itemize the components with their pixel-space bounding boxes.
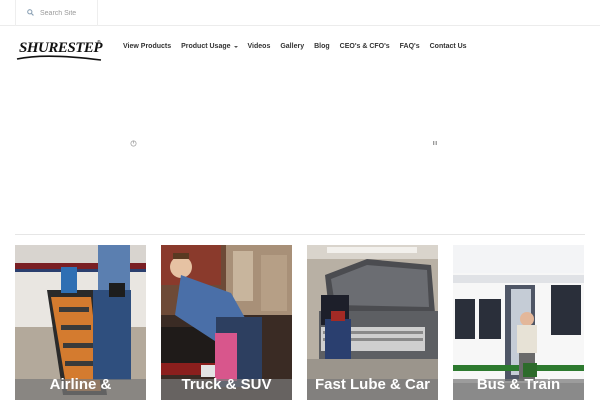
nav-contact-us[interactable]: Contact Us — [430, 43, 467, 50]
tile-title: Bus & Train — [476, 376, 561, 393]
site-logo[interactable]: SHURESTEP ® — [15, 32, 105, 64]
hero-slider — [15, 70, 585, 235]
search-box[interactable] — [15, 0, 98, 26]
nav-product-usage[interactable]: Product Usage — [181, 43, 238, 50]
tile-title: Airline & — [49, 376, 112, 393]
nav-label: Contact Us — [429, 43, 467, 50]
nav-label: View Products — [123, 43, 172, 50]
search-input[interactable] — [40, 4, 96, 22]
chevron-down-icon — [233, 46, 238, 48]
nav-label: Gallery — [280, 43, 305, 50]
site-header: SHURESTEP ® View Products Product Usage … — [0, 26, 600, 70]
registered-mark: ® — [97, 39, 101, 46]
nav-view-products[interactable]: View Products — [123, 43, 171, 50]
tile-airline[interactable]: Airline & — [15, 245, 146, 400]
nav-label: Videos — [247, 43, 271, 50]
nav-gallery[interactable]: Gallery — [280, 43, 304, 50]
nav-faqs[interactable]: FAQ's — [400, 43, 420, 50]
nav-label: Blog — [314, 43, 330, 50]
tile-title: Fast Lube & Car — [314, 376, 431, 393]
tile-title: Truck & SUV — [181, 376, 272, 393]
slider-play-icon[interactable] — [130, 140, 137, 147]
tile-fast-lube-car[interactable]: Fast Lube & Car — [307, 245, 438, 400]
nav-ceos-cfos[interactable]: CEO's & CFO's — [340, 43, 390, 50]
slider-pause-icon[interactable] — [432, 140, 438, 146]
search-icon[interactable] — [27, 9, 34, 16]
top-bar — [0, 0, 600, 26]
nav-videos[interactable]: Videos — [248, 43, 271, 50]
nav-label: CEO's & CFO's — [339, 43, 390, 50]
main-nav: View Products Product Usage Videos Galle… — [123, 43, 477, 50]
tile-bus-train[interactable]: Bus & Train — [453, 245, 584, 400]
nav-label: Product Usage — [181, 43, 231, 50]
logo-text: SHURESTEP — [19, 40, 103, 56]
nav-label: FAQ's — [399, 43, 420, 50]
tile-truck-suv[interactable]: Truck & SUV — [161, 245, 292, 400]
logo-graphic: SHURESTEP ® — [16, 39, 104, 61]
nav-blog[interactable]: Blog — [314, 43, 330, 50]
category-tiles: Airline & Truck & SUV Fast Lube & Car Bu… — [15, 245, 585, 400]
